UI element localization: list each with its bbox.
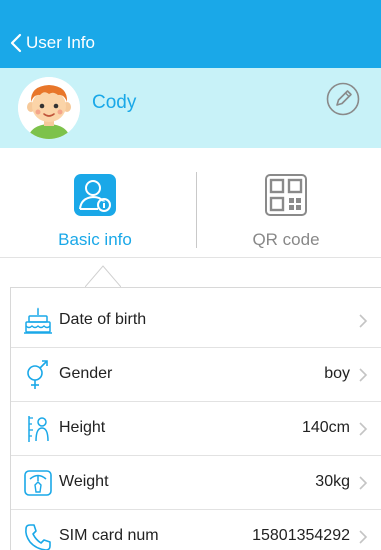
- boy-avatar-icon: [18, 77, 80, 139]
- active-tab-pointer: [85, 265, 121, 287]
- phone-icon: [25, 524, 51, 550]
- chevron-right-icon: [359, 530, 368, 544]
- row-gender-label: Gender: [59, 365, 113, 382]
- qr-code-icon: [265, 174, 307, 216]
- chevron-right-icon: [359, 422, 368, 436]
- user-card-icon: [74, 174, 116, 216]
- row-sim-card-num-label: SIM card num: [59, 527, 159, 544]
- tab-qr-code-label: QR code: [252, 230, 320, 249]
- chevron-left-icon: [10, 33, 22, 53]
- profile-header: Cody: [0, 68, 381, 148]
- back-button[interactable]: User Info: [10, 29, 95, 57]
- tab-qr-code[interactable]: QR code: [191, 148, 381, 258]
- row-date-of-birth-label: Date of birth: [59, 311, 147, 328]
- row-sim-card-num-value: 15801354292: [252, 527, 350, 544]
- row-height-label: Height: [59, 419, 106, 436]
- tab-basic-info[interactable]: Basic info: [0, 148, 190, 258]
- row-weight-value: 30kg: [315, 473, 350, 490]
- tab-divider: [196, 172, 197, 248]
- chevron-right-icon: [359, 314, 368, 328]
- row-height[interactable]: Height 140cm: [11, 402, 381, 456]
- avatar[interactable]: [18, 77, 80, 139]
- row-gender[interactable]: Gender boy: [11, 348, 381, 402]
- basic-info-list: Date of birth Gender boy Height 140cm We…: [10, 287, 381, 550]
- profile-name: Cody: [92, 92, 137, 113]
- edit-button[interactable]: [326, 82, 360, 116]
- chevron-right-icon: [359, 476, 368, 490]
- back-button-label: User Info: [26, 33, 95, 52]
- row-sim-card-num[interactable]: SIM card num 15801354292: [11, 510, 381, 550]
- row-weight[interactable]: Weight 30kg: [11, 456, 381, 510]
- row-date-of-birth[interactable]: Date of birth: [11, 294, 381, 348]
- nav-bar: User Info: [0, 0, 381, 68]
- info-tabs: Basic info QR code: [0, 148, 381, 258]
- row-weight-label: Weight: [59, 473, 109, 490]
- cake-icon: [24, 307, 52, 334]
- scale-icon: [24, 470, 52, 496]
- row-height-value: 140cm: [301, 419, 350, 436]
- height-icon: [28, 416, 49, 442]
- gender-icon: [27, 360, 48, 389]
- tab-basic-info-label: Basic info: [58, 230, 132, 249]
- chevron-right-icon: [359, 368, 368, 382]
- pencil-icon: [326, 82, 360, 116]
- row-gender-value: boy: [324, 365, 350, 382]
